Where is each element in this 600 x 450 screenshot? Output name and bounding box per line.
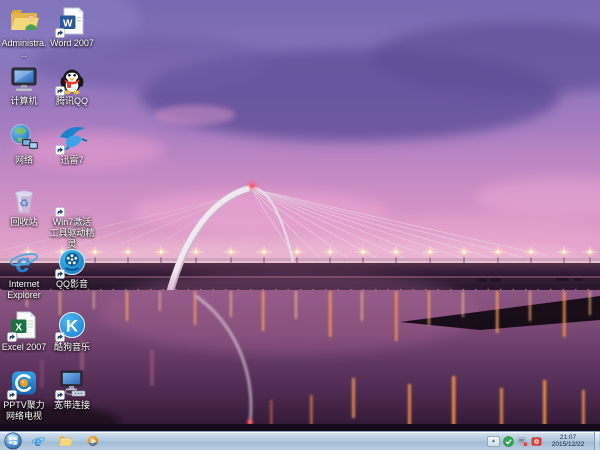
ie-icon <box>31 434 46 449</box>
desktop-icon-tencent-qq[interactable]: 腾讯QQ <box>49 63 95 107</box>
taskbar: ▲ 21:07 2015/12/22 <box>0 431 600 450</box>
desktop-icon-label: 宽带连接 <box>54 400 90 411</box>
desktop-icon-internet-explorer[interactable]: Internet Explorer <box>1 246 47 301</box>
broadband-connection-icon <box>56 367 88 399</box>
show-hidden-icons-button[interactable]: ▲ <box>487 436 500 447</box>
taskbar-clock[interactable]: 21:07 2015/12/22 <box>545 434 591 448</box>
taskbar-internet-explorer-button[interactable] <box>25 432 52 450</box>
word-2007-icon <box>56 5 88 37</box>
desktop: W <box>0 0 600 450</box>
taskbar-windows-explorer-button[interactable] <box>52 432 79 450</box>
desktop-icon-label: 迅雷7 <box>60 155 83 166</box>
pptv-icon <box>8 367 40 399</box>
desktop-icon-label: PPTV聚力 网络电视 <box>1 400 47 422</box>
shortcut-arrow-icon <box>55 269 65 279</box>
tencent-qq-icon <box>56 63 88 95</box>
xunlei-7-icon <box>56 122 88 154</box>
desktop-icon-label: Administra... <box>1 38 47 60</box>
desktop-icon-label: Word 2007 <box>50 38 94 49</box>
kugou-music-icon <box>56 309 88 341</box>
desktop-icon-label: Internet Explorer <box>1 279 47 301</box>
media-tray-icon[interactable] <box>531 436 542 447</box>
recycle-bin-icon <box>8 184 40 216</box>
shortcut-arrow-icon <box>55 86 65 96</box>
desktop-icon-label: Win7激活工具驱动精灵 <box>49 217 95 249</box>
system-tray: ▲ 21:07 2015/12/22 <box>487 432 600 450</box>
shortcut-arrow-icon <box>55 28 65 38</box>
taskbar-media-player-button[interactable] <box>79 432 106 450</box>
administrator-folder-icon <box>8 5 40 37</box>
folder-icon <box>58 434 73 449</box>
computer-icon <box>8 63 40 95</box>
desktop-icon-qq-player[interactable]: QQ影音 <box>49 246 95 290</box>
desktop-icon-kugou-music[interactable]: 酷狗音乐 <box>49 309 95 353</box>
qq-player-icon <box>56 246 88 278</box>
desktop-icon-broadband-connection[interactable]: 宽带连接 <box>49 367 95 411</box>
desktop-icon-win7-activation-tool[interactable]: Win7激活工具驱动精灵 <box>49 184 95 249</box>
shortcut-arrow-icon <box>55 207 65 217</box>
show-desktop-button[interactable] <box>594 432 599 450</box>
internet-explorer-icon <box>8 246 40 278</box>
desktop-icon-label: QQ影音 <box>56 279 88 290</box>
shortcut-arrow-icon <box>7 332 17 342</box>
desktop-icon-xunlei-7[interactable]: 迅雷7 <box>49 122 95 166</box>
desktop-icon-label: 计算机 <box>10 96 37 107</box>
network-icon <box>8 122 40 154</box>
excel-2007-icon <box>8 309 40 341</box>
desktop-icon-recycle-bin[interactable]: 回收站 <box>1 184 47 228</box>
desktop-icon-pptv[interactable]: PPTV聚力 网络电视 <box>1 367 47 422</box>
desktop-icon-computer[interactable]: 计算机 <box>1 63 47 107</box>
network-disconnected-tray-icon[interactable] <box>517 436 528 447</box>
shortcut-arrow-icon <box>55 390 65 400</box>
windows-orb-icon <box>4 432 22 450</box>
security-tray-icon[interactable] <box>503 436 514 447</box>
clock-time: 21:07 <box>545 434 591 441</box>
media-player-icon <box>86 434 100 448</box>
shortcut-arrow-icon <box>55 332 65 342</box>
shortcut-arrow-icon <box>7 390 17 400</box>
desktop-icon-administrator-folder[interactable]: Administra... <box>1 5 47 60</box>
shortcut-arrow-icon <box>55 145 65 155</box>
desktop-icon-label: 腾讯QQ <box>56 96 88 107</box>
win7-activation-tool-icon <box>56 184 88 216</box>
desktop-icon-label: Excel 2007 <box>2 342 47 353</box>
desktop-icon-label: 回收站 <box>10 217 37 228</box>
desktop-icon-grid: Administra... 计算机网络回收站 Internet Explorer Ex… <box>0 0 600 431</box>
desktop-icon-excel-2007[interactable]: Excel 2007 <box>1 309 47 353</box>
desktop-icon-word-2007[interactable]: Word 2007 <box>49 5 95 49</box>
clock-date: 2015/12/22 <box>545 441 591 448</box>
desktop-icon-label: 网络 <box>15 155 33 166</box>
start-button[interactable] <box>0 432 25 450</box>
desktop-icon-network[interactable]: 网络 <box>1 122 47 166</box>
desktop-icon-label: 酷狗音乐 <box>54 342 90 353</box>
